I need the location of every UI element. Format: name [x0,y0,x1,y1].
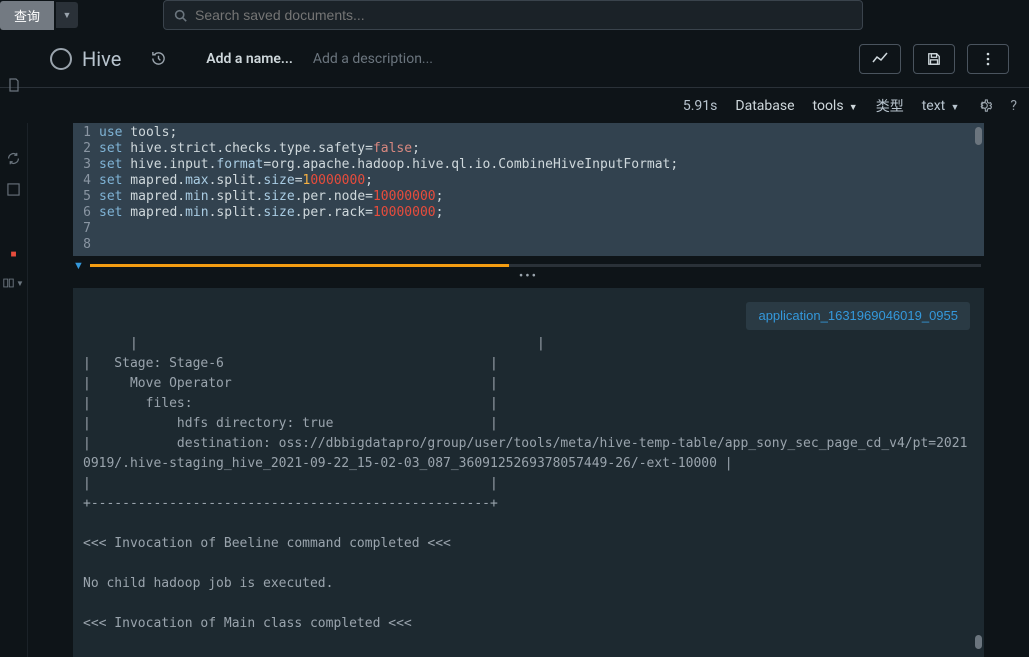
execution-time: 5.91s [683,98,718,114]
database-label: Database [735,98,794,114]
type-label: 类型 [876,96,904,116]
save-button[interactable] [913,44,955,74]
document-icon[interactable] [8,78,20,92]
search-icon [174,9,187,22]
editor-scrollbar[interactable] [975,127,982,145]
more-button[interactable] [967,44,1009,74]
type-selector[interactable]: text ▼ [922,98,960,114]
page-title: Hive [82,47,121,71]
stop-icon[interactable]: ■ [10,249,16,260]
gear-icon[interactable] [977,98,992,113]
collapse-toggle[interactable]: ▼ [73,259,84,272]
output-panel[interactable]: application_1631969046019_0955 | | | Sta… [73,288,984,657]
line-gutter: 12345678 [73,123,95,256]
add-name-field[interactable]: Add a name... [206,51,293,67]
search-input[interactable] [195,7,852,23]
box-icon[interactable] [7,183,20,196]
search-box[interactable] [163,0,863,30]
output-text: | | | Stage: Stage-6 | | Move Operator |… [83,336,967,657]
progress-fill [90,264,509,267]
history-icon[interactable] [151,51,166,66]
help-icon[interactable]: ? [1010,98,1017,114]
application-link[interactable]: application_1631969046019_0955 [746,302,970,330]
chart-button[interactable] [859,44,901,74]
code-editor[interactable]: 12345678 use tools; set hive.strict.chec… [73,123,984,256]
book-toggle[interactable]: ▼ [3,278,24,288]
hive-logo-icon [50,48,72,70]
tab-dropdown[interactable]: ▼ [56,2,78,28]
output-scrollbar[interactable] [975,635,982,649]
database-selector[interactable]: tools ▼ [813,98,858,114]
resize-handle[interactable]: ••• [28,274,1029,286]
progress-bar [90,264,981,267]
refresh-icon[interactable] [7,152,20,165]
query-tab[interactable]: 查询 [0,1,54,30]
code-content[interactable]: use tools; set hive.strict.checks.type.s… [95,123,678,256]
add-description-field[interactable]: Add a description... [313,51,433,67]
